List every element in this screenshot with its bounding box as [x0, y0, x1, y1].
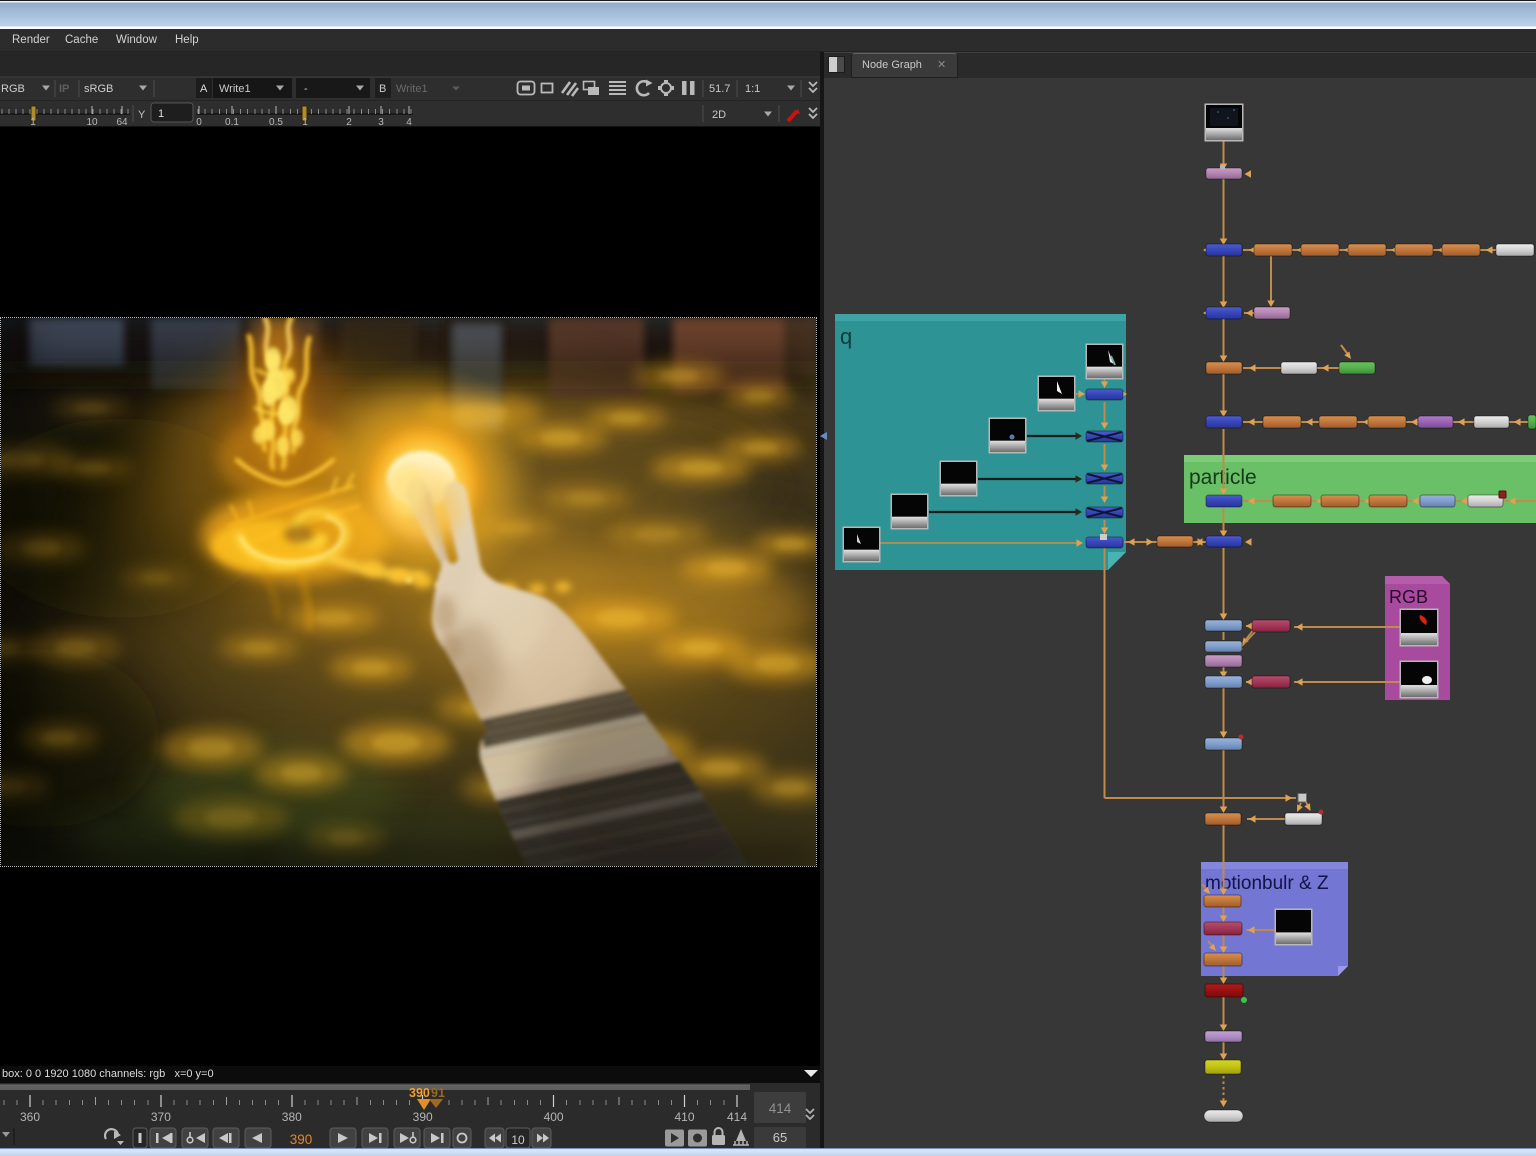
- svg-text:380: 380: [282, 1110, 302, 1124]
- svg-text:Write1: Write1: [219, 83, 251, 95]
- svg-text:410: 410: [674, 1110, 694, 1124]
- svg-text:RGB: RGB: [1389, 587, 1428, 607]
- svg-text:10: 10: [511, 1133, 525, 1147]
- svg-text:1: 1: [30, 117, 36, 127]
- svg-text:2: 2: [346, 117, 352, 127]
- svg-text:390: 390: [413, 1110, 433, 1124]
- svg-text:65: 65: [773, 1130, 787, 1145]
- svg-text:sRGB: sRGB: [84, 83, 113, 95]
- svg-text:Y: Y: [138, 109, 146, 121]
- svg-text:B: B: [379, 83, 386, 95]
- svg-text:400: 400: [544, 1110, 564, 1124]
- svg-text:370: 370: [151, 1110, 171, 1124]
- svg-text:414: 414: [769, 1101, 792, 1116]
- svg-text:4: 4: [406, 117, 412, 127]
- svg-text:1:1: 1:1: [745, 83, 760, 95]
- svg-text:IP: IP: [59, 83, 69, 95]
- svg-text:1: 1: [158, 108, 164, 120]
- svg-text:0.5: 0.5: [269, 117, 283, 127]
- svg-text:51.7: 51.7: [709, 83, 730, 95]
- svg-text:64: 64: [116, 117, 128, 127]
- svg-text:q: q: [840, 324, 852, 349]
- svg-text:A: A: [200, 83, 208, 95]
- svg-text:390: 390: [409, 1086, 430, 1100]
- svg-text:0: 0: [196, 117, 202, 127]
- svg-text:RGB: RGB: [1, 83, 25, 95]
- svg-text:Write1: Write1: [396, 83, 428, 95]
- svg-text:0.1: 0.1: [225, 117, 239, 127]
- svg-text:3: 3: [378, 117, 384, 127]
- svg-text:390: 390: [290, 1132, 313, 1147]
- svg-text:10: 10: [86, 117, 98, 127]
- svg-text:360: 360: [20, 1110, 40, 1124]
- svg-text:414: 414: [727, 1110, 747, 1124]
- svg-text:1: 1: [302, 117, 308, 127]
- svg-text:-: -: [304, 83, 308, 95]
- svg-text:2D: 2D: [712, 109, 726, 121]
- svg-text:91: 91: [431, 1086, 445, 1100]
